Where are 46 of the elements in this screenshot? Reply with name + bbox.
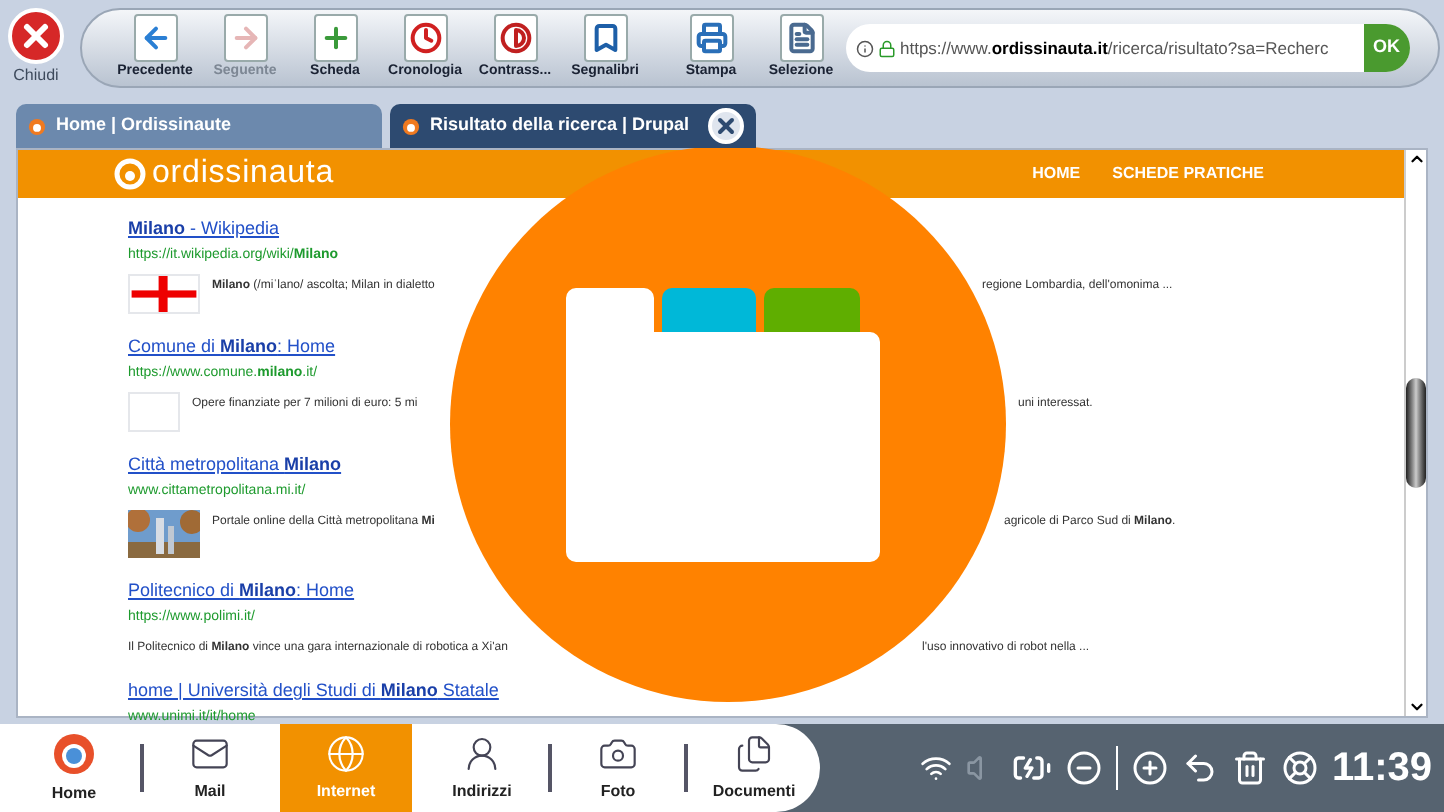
scroll-down-icon[interactable] [1407, 698, 1425, 716]
person-icon [462, 733, 502, 773]
printer-icon [689, 13, 733, 62]
documents-icon [734, 733, 774, 773]
browser-tab[interactable]: Home | Ordissinaute [16, 104, 382, 148]
lifebuoy-icon[interactable] [1281, 750, 1318, 786]
result-title[interactable]: Milano - Wikipedia [128, 216, 280, 243]
go-button[interactable]: OK [1363, 24, 1410, 72]
zoom-out-icon[interactable] [1065, 750, 1102, 786]
result-title[interactable]: Città metropolitana Milano [128, 452, 342, 479]
globe-icon [326, 733, 366, 773]
clock-icon [403, 13, 447, 62]
lock-icon [878, 39, 896, 57]
address-field[interactable]: https://www.ordissinauta.it/ricerca/risultato?sa=Recherc OK [846, 24, 1410, 72]
logo-icon [114, 158, 146, 190]
close-tab-icon[interactable] [708, 108, 744, 144]
close-button[interactable]: Chiudi [8, 8, 64, 88]
result-title[interactable]: Comune di Milano: Home [128, 334, 336, 361]
dock-item[interactable]: Indirizzi [416, 724, 548, 812]
browser-tab[interactable]: Risultato della ricerca | Drupal [390, 104, 756, 148]
result-title[interactable]: Politecnico di Milano: Home [128, 578, 355, 605]
dock-item[interactable]: Home [8, 724, 140, 812]
clock-time: 11:39 [1331, 744, 1432, 794]
add-tab-icon [313, 13, 357, 62]
result-title[interactable]: home | Università degli Studi di Milano Statale [128, 678, 499, 705]
bookmark-icon [583, 13, 627, 62]
home-logo-icon [52, 731, 96, 775]
dock-item[interactable]: Mail [144, 724, 276, 812]
site-logo: ordissinauta [152, 154, 335, 194]
trash-icon[interactable] [1231, 750, 1268, 786]
scrollbar[interactable] [1404, 150, 1426, 716]
site-icon [402, 117, 420, 135]
wifi-icon [919, 752, 952, 784]
scroll-thumb[interactable] [1406, 378, 1426, 488]
dock-item[interactable]: Documenti [688, 724, 820, 812]
contrast-icon [493, 13, 537, 62]
zoom-in-icon[interactable] [1131, 750, 1168, 786]
document-icon [779, 13, 823, 62]
info-icon [856, 39, 874, 57]
close-icon [8, 8, 64, 64]
empty-thumbnail [128, 392, 180, 432]
site-icon [28, 117, 46, 135]
undo-icon[interactable] [1181, 750, 1218, 786]
dock-item[interactable]: Foto [552, 724, 684, 812]
flag-thumbnail [128, 274, 200, 314]
scroll-up-icon[interactable] [1407, 150, 1425, 168]
